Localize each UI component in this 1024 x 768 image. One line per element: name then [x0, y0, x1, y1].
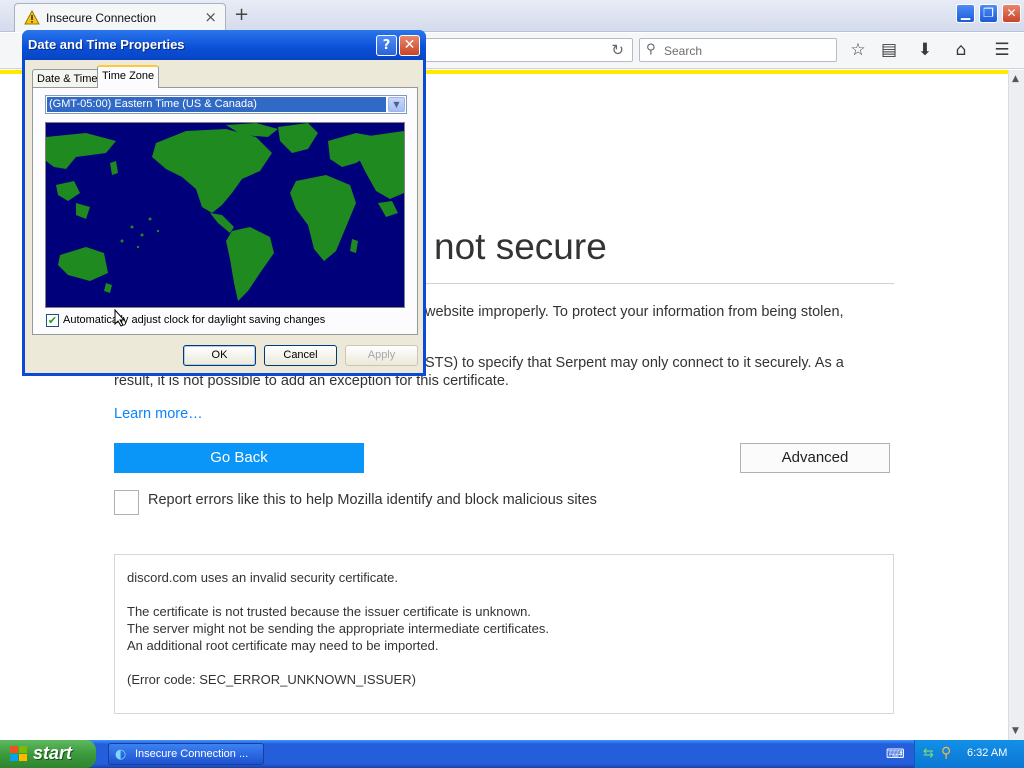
tab-title: Insecure Connection [46, 11, 157, 25]
taskbar-item-label: Insecure Connection ... [135, 748, 249, 760]
tab-insecure-connection[interactable]: Insecure Connection × [14, 3, 226, 32]
url-bar[interactable]: ↻ [425, 38, 633, 62]
dst-label: Automatically adjust clock for daylight … [63, 314, 326, 326]
minimize-button[interactable]: ▁ [956, 4, 975, 23]
search-icon: ⚲ [646, 42, 656, 57]
date-time-properties-dialog: Date and Time Properties ? ✕ Date & Time… [22, 30, 426, 376]
warning-paragraph-1: website improperly. To protect your info… [425, 304, 844, 320]
chevron-down-icon[interactable]: ▼ [388, 97, 405, 112]
dialog-close-button[interactable]: ✕ [399, 35, 420, 56]
taskbar-item-browser[interactable]: ◐ Insecure Connection ... [108, 743, 264, 765]
cancel-button[interactable]: Cancel [264, 345, 337, 366]
windows-logo-icon [10, 746, 27, 761]
go-back-button[interactable]: Go Back [114, 443, 364, 473]
apply-button[interactable]: Apply [345, 345, 418, 366]
learn-more-link[interactable]: Learn more… [114, 406, 203, 422]
clock[interactable]: 6:32 AM [967, 747, 1007, 759]
search-tray-icon[interactable]: ⚲ [941, 745, 951, 761]
tab-close-icon[interactable]: × [204, 9, 217, 25]
browser-titlebar: Insecure Connection × + ▁ ❐ ✕ [0, 0, 1024, 32]
reading-list-icon[interactable]: ▤ [878, 39, 900, 61]
world-map[interactable] [45, 122, 405, 308]
keyboard-icon[interactable]: ⌨ [886, 747, 905, 762]
new-tab-button[interactable]: + [234, 5, 249, 25]
help-button[interactable]: ? [376, 35, 397, 56]
scroll-down-icon[interactable]: ▼ [1012, 726, 1019, 736]
tab-date-time[interactable]: Date & Time [32, 69, 103, 88]
advanced-button[interactable]: Advanced [740, 443, 890, 473]
start-label: start [33, 743, 73, 763]
page-scrollbar[interactable]: ▲ ▼ [1008, 70, 1024, 740]
home-icon[interactable]: ⌂ [950, 39, 972, 61]
start-button[interactable]: start [0, 740, 96, 768]
bookmark-star-icon[interactable]: ☆ [847, 39, 869, 61]
details-line: An additional root certificate may need … [127, 638, 439, 653]
network-icon[interactable]: ⇆ [923, 746, 934, 761]
taskbar: start ◐ Insecure Connection ... ⌨ ⇆ ⚲ 6:… [0, 740, 1024, 768]
world-map-graphic [46, 123, 404, 307]
details-line: The certificate is not trusted because t… [127, 604, 531, 619]
warning-icon [24, 10, 40, 25]
search-box[interactable]: ⚲ Search [639, 38, 837, 62]
mouse-cursor-icon [114, 309, 126, 327]
timezone-value: (GMT-05:00) Eastern Time (US & Canada) [47, 97, 386, 112]
report-errors-checkbox[interactable] [114, 490, 139, 515]
dst-checkbox[interactable]: ✔ [46, 314, 59, 327]
page-heading: not secure [434, 226, 607, 267]
error-code: (Error code: SEC_ERROR_UNKNOWN_ISSUER) [127, 672, 416, 687]
search-placeholder: Search [664, 44, 703, 58]
restore-button[interactable]: ❐ [979, 4, 998, 23]
close-window-button[interactable]: ✕ [1002, 4, 1021, 23]
system-tray: ⇆ ⚲ 6:32 AM [914, 740, 1024, 768]
timezone-dropdown[interactable]: (GMT-05:00) Eastern Time (US & Canada) ▼ [45, 95, 407, 114]
details-line: discord.com uses an invalid security cer… [127, 570, 398, 585]
error-details-box: discord.com uses an invalid security cer… [114, 554, 894, 714]
ok-button[interactable]: OK [183, 345, 256, 366]
dialog-titlebar[interactable]: Date and Time Properties ? ✕ [22, 30, 426, 60]
menu-icon[interactable]: ☰ [991, 39, 1013, 61]
dialog-title: Date and Time Properties [28, 37, 185, 52]
report-errors-label: Report errors like this to help Mozilla … [148, 492, 597, 508]
browser-icon: ◐ [115, 747, 127, 762]
warning-paragraph-2: STS) to specify that Serpent may only co… [425, 355, 844, 371]
time-zone-panel: (GMT-05:00) Eastern Time (US & Canada) ▼ [32, 87, 418, 335]
tab-time-zone[interactable]: Time Zone [97, 65, 160, 88]
download-icon[interactable]: ⬇ [914, 39, 936, 61]
details-line: The server might not be sending the appr… [127, 621, 550, 636]
reload-icon[interactable]: ↻ [611, 41, 624, 59]
scroll-up-icon[interactable]: ▲ [1012, 74, 1019, 84]
